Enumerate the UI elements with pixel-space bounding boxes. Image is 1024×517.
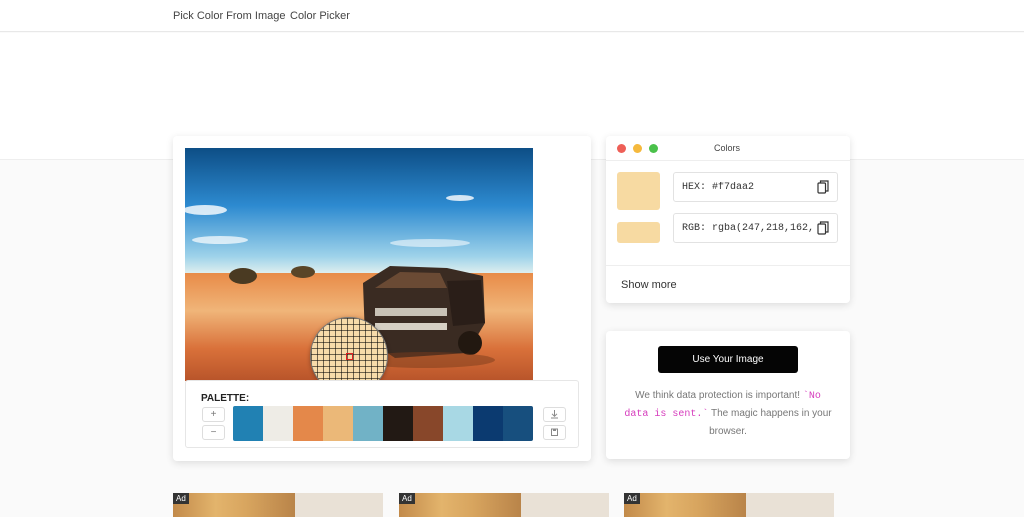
privacy-note: We think data protection is important! `… [624,387,832,440]
selected-color-swatch-small [617,222,660,243]
divider [606,265,850,266]
palette-swatch[interactable] [353,406,383,441]
upload-card: Use Your Image We think data protection … [606,331,850,459]
save-icon [551,428,558,436]
copy-icon[interactable] [817,221,829,235]
colors-title: Colors [713,143,740,153]
palette-remove-button[interactable]: − [202,425,225,440]
colors-window: Colors HEX: #f7daa2 RGB: rgba(247,218,16… [606,136,850,303]
rgb-value-text: RGB: rgba(247,218,162,2 [682,223,812,234]
ad-badge: Ad [173,493,189,504]
advertisement[interactable]: Ad [399,493,609,517]
image-picker-card: PALETTE: + − [173,136,591,461]
palette-swatch[interactable] [323,406,353,441]
palette-swatch[interactable] [293,406,323,441]
palette-swatch[interactable] [413,406,443,441]
rgb-value-field[interactable]: RGB: rgba(247,218,162,2 [673,213,838,243]
copy-icon[interactable] [817,180,829,194]
palette-swatch[interactable] [233,406,263,441]
ad-image [173,493,295,517]
advertisement[interactable]: Ad [624,493,834,517]
loupe-center-marker [346,353,353,360]
show-more-link[interactable]: Show more [621,279,677,291]
ad-image [399,493,521,517]
palette-swatch[interactable] [263,406,293,441]
palette-save-button[interactable] [543,425,566,440]
selected-color-swatch [617,172,660,210]
palette-title: PALETTE: [201,393,250,404]
ad-image [624,493,746,517]
advertisement[interactable]: Ad [173,493,383,517]
ad-badge: Ad [399,493,415,504]
privacy-text-end: The magic happens in your browser. [708,408,832,437]
use-your-image-button[interactable]: Use Your Image [658,346,798,373]
download-icon [551,410,558,419]
palette-download-button[interactable] [543,407,566,422]
top-navigation: Pick Color From Image Color Picker [0,0,1024,32]
nav-link-color-picker[interactable]: Color Picker [290,10,350,22]
palette-panel: PALETTE: + − [185,380,579,448]
hex-value-field[interactable]: HEX: #f7daa2 [673,172,838,202]
palette-add-button[interactable]: + [202,407,225,422]
window-title-bar: Colors [606,136,850,161]
nav-link-pick-color-from-image[interactable]: Pick Color From Image [173,10,285,22]
privacy-text-start: We think data protection is important! [635,390,803,401]
palette-swatch[interactable] [503,406,533,441]
hex-value-text: HEX: #f7daa2 [682,182,755,193]
palette-swatches [233,406,533,441]
palette-swatch[interactable] [473,406,503,441]
palette-swatch[interactable] [443,406,473,441]
ad-badge: Ad [624,493,640,504]
palette-swatch[interactable] [383,406,413,441]
